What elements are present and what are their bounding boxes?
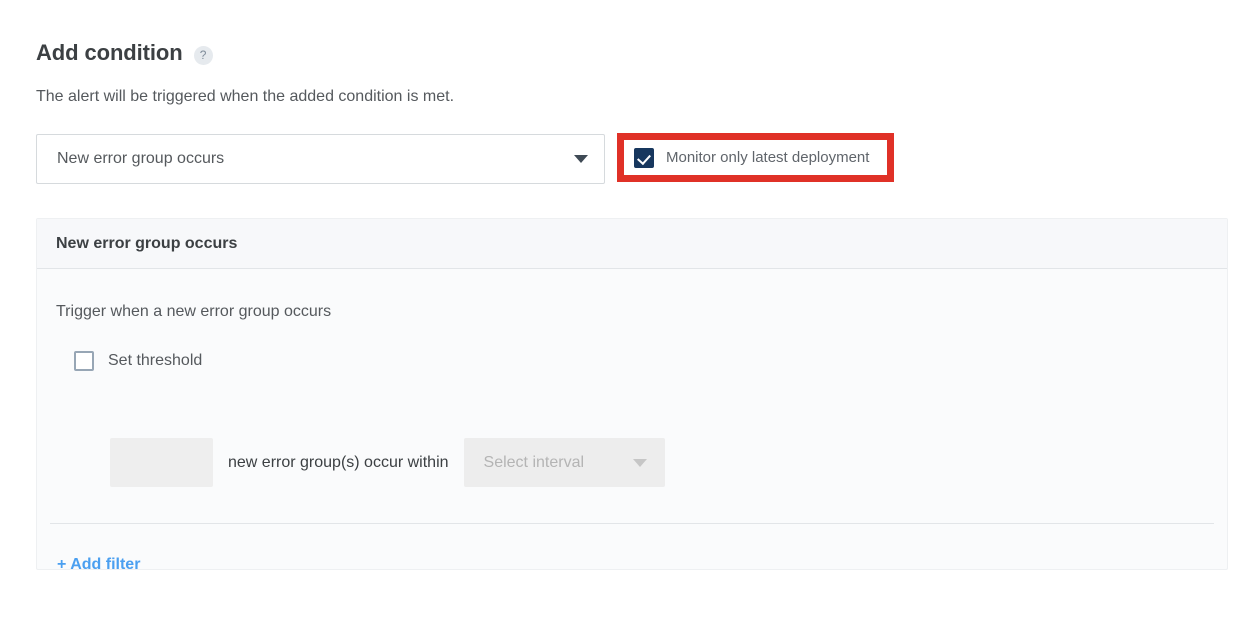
monitor-latest-deployment-checkbox[interactable] <box>634 147 654 168</box>
monitor-latest-deployment-row[interactable]: Monitor only latest deployment <box>634 147 870 168</box>
condition-type-value: New error group occurs <box>57 150 225 167</box>
chevron-down-icon <box>574 155 588 163</box>
chevron-down-icon <box>632 458 647 467</box>
interval-select-value: Select interval <box>483 453 585 471</box>
condition-panel-body: Trigger when a new error group occurs Se… <box>37 269 1227 573</box>
page-title: Add condition <box>36 40 183 65</box>
add-condition-page: Add condition ? The alert will be trigge… <box>0 0 1248 638</box>
set-threshold-row[interactable]: Set threshold <box>74 351 202 371</box>
heading-row: Add condition ? <box>36 40 213 65</box>
condition-select-row: New error group occurs <box>36 134 605 184</box>
annotation-highlight-box: Monitor only latest deployment <box>617 133 894 182</box>
set-threshold-checkbox[interactable] <box>74 351 94 371</box>
trigger-description: Trigger when a new error group occurs <box>56 303 332 320</box>
condition-panel: New error group occurs Trigger when a ne… <box>36 218 1228 573</box>
threshold-interval-row: new error group(s) occur within Select i… <box>110 438 665 487</box>
interval-description: new error group(s) occur within <box>228 453 449 471</box>
panel-divider <box>50 523 1214 524</box>
interval-select[interactable]: Select interval <box>463 438 665 487</box>
condition-panel-header: New error group occurs <box>37 219 1227 269</box>
set-threshold-label: Set threshold <box>108 352 203 369</box>
monitor-latest-deployment-label: Monitor only latest deployment <box>666 149 870 166</box>
page-subtitle: The alert will be triggered when the add… <box>36 88 455 105</box>
condition-panel-title: New error group occurs <box>56 234 238 252</box>
condition-type-select[interactable]: New error group occurs <box>36 134 605 184</box>
threshold-count-input[interactable] <box>110 438 213 487</box>
add-filter-link[interactable]: + Add filter <box>57 556 140 574</box>
question-mark-icon[interactable]: ? <box>193 45 213 65</box>
